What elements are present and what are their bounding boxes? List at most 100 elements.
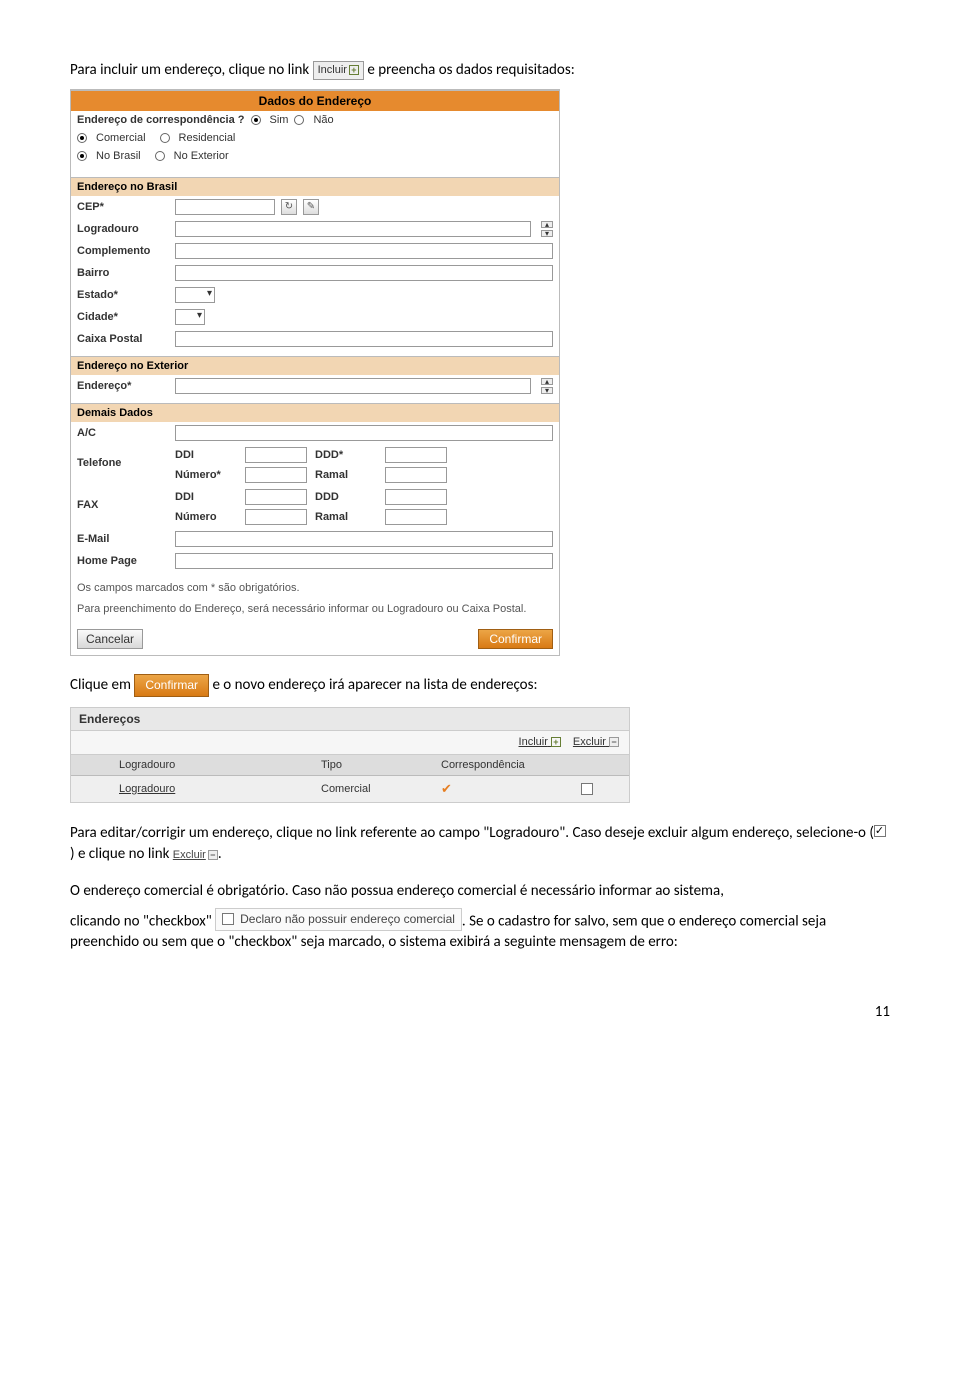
row-bairro: Bairro	[71, 262, 559, 284]
incluir-link-inline[interactable]: Incluir+	[313, 61, 364, 80]
table-excluir-link[interactable]: Excluir −	[573, 736, 619, 748]
declaro-checkbox[interactable]	[222, 913, 234, 925]
radio-nobrasil[interactable]	[77, 151, 87, 161]
intro-text-a: Para incluir um endereço, clique no link	[70, 61, 313, 79]
label-comercial: Comercial	[96, 132, 146, 144]
section-brasil: Endereço no Brasil	[71, 177, 559, 196]
row-logradouro: Logradouro ▴▾	[71, 218, 559, 240]
label-email: E-Mail	[77, 533, 169, 545]
radio-residencial[interactable]	[160, 133, 170, 143]
minus-icon: −	[208, 850, 218, 860]
row-homepage: Home Page	[71, 550, 559, 572]
row-cidade: Cidade*	[71, 306, 559, 328]
table-toolbar: Incluir + Excluir −	[71, 731, 629, 755]
label-fax-numero: Número	[175, 511, 235, 523]
input-fax-ddi[interactable]	[245, 489, 307, 505]
label-nobrasil: No Brasil	[96, 150, 141, 162]
table-incluir-link[interactable]: Incluir +	[519, 736, 561, 748]
label-ac: A/C	[77, 427, 169, 439]
label-tel-ramal: Ramal	[315, 469, 375, 481]
input-endereco-ext[interactable]	[175, 378, 531, 394]
spinner-logradouro[interactable]: ▴▾	[541, 221, 553, 237]
input-email[interactable]	[175, 531, 553, 547]
section-demais: Demais Dados	[71, 403, 559, 422]
label-caixa-postal: Caixa Postal	[77, 333, 169, 345]
input-homepage[interactable]	[175, 553, 553, 569]
input-fax-ddd[interactable]	[385, 489, 447, 505]
label-bairro: Bairro	[77, 267, 169, 279]
confirmar-inline[interactable]: Confirmar	[134, 674, 209, 697]
radio-sim[interactable]	[251, 115, 261, 125]
label-residencial: Residencial	[179, 132, 236, 144]
input-logradouro[interactable]	[175, 221, 531, 237]
intro-text-b: e preencha os dados requisitados:	[367, 61, 574, 79]
table-header-row: Logradouro Tipo Correspondência	[71, 755, 629, 776]
row-tipo: Comercial Residencial	[71, 129, 559, 147]
p2-c: .	[218, 845, 222, 863]
declaro-label: Declaro não possuir endereço comercial	[240, 911, 455, 928]
input-cep[interactable]	[175, 199, 275, 215]
label-endereco-ext: Endereço*	[77, 380, 169, 392]
label-sim: Sim	[270, 114, 289, 126]
confirmar-button[interactable]: Confirmar	[478, 629, 553, 649]
row-checkbox[interactable]	[581, 783, 593, 795]
mid-paragraph: Clique em Confirmar e o novo endereço ir…	[70, 674, 890, 697]
radio-noexterior[interactable]	[155, 151, 165, 161]
intro-paragraph: Para incluir um endereço, clique no link…	[70, 60, 890, 81]
checked-checkbox-icon	[874, 825, 886, 837]
declaro-checkbox-inline[interactable]: Declaro não possuir endereço comercial	[215, 908, 462, 931]
input-caixa-postal[interactable]	[175, 331, 553, 347]
input-fax-numero[interactable]	[245, 509, 307, 525]
table-row: Logradouro Comercial ✔	[71, 776, 629, 802]
input-tel-ramal[interactable]	[385, 467, 447, 483]
spinner-endereco-ext[interactable]: ▴▾	[541, 378, 553, 394]
edit-delete-paragraph: Para editar/corrigir um endereço, clique…	[70, 823, 890, 865]
refresh-icon[interactable]: ↻	[281, 199, 297, 215]
p2-b: ) e clique no link	[70, 845, 173, 863]
row-endereco-ext: Endereço* ▴▾	[71, 375, 559, 397]
label-tel-numero: Número*	[175, 469, 235, 481]
label-logradouro: Logradouro	[77, 223, 169, 235]
label-telefone: Telefone	[77, 447, 169, 469]
input-ac[interactable]	[175, 425, 553, 441]
input-bairro[interactable]	[175, 265, 553, 281]
select-estado[interactable]	[175, 287, 215, 303]
label-fax-ddd: DDD	[315, 491, 375, 503]
plus-icon: +	[551, 737, 561, 747]
label-cidade: Cidade*	[77, 311, 169, 323]
row-caixa-postal: Caixa Postal	[71, 328, 559, 350]
radio-comercial[interactable]	[77, 133, 87, 143]
input-complemento[interactable]	[175, 243, 553, 259]
radio-nao[interactable]	[294, 115, 304, 125]
row-correspondencia: Endereço de correspondência ? Sim Não	[71, 111, 559, 129]
label-tel-ddi: DDI	[175, 449, 235, 461]
select-cidade[interactable]	[175, 309, 205, 325]
note-endereco: Para preenchimento do Endereço, será nec…	[77, 601, 553, 618]
label-fax-ddi: DDI	[175, 491, 235, 503]
incluir-label: Incluir	[318, 64, 347, 76]
input-tel-ddd[interactable]	[385, 447, 447, 463]
edit-icon[interactable]: ✎	[303, 199, 319, 215]
col-logradouro: Logradouro	[119, 759, 321, 771]
excluir-link-inline[interactable]: Excluir−	[173, 849, 218, 861]
row-complemento: Complemento	[71, 240, 559, 262]
input-tel-numero[interactable]	[245, 467, 307, 483]
label-fax-ramal: Ramal	[315, 511, 375, 523]
check-icon: ✔	[441, 781, 581, 797]
row-fax: FAX DDI DDD Número Ramal	[71, 486, 559, 528]
row-logradouro-link[interactable]: Logradouro	[119, 783, 321, 795]
col-correspondencia: Correspondência	[441, 759, 581, 771]
label-fax: FAX	[77, 489, 169, 511]
p3-b: clicando no "checkbox"	[70, 912, 215, 930]
note-required: Os campos marcados com * são obrigatório…	[77, 580, 553, 597]
input-fax-ramal[interactable]	[385, 509, 447, 525]
row-estado: Estado*	[71, 284, 559, 306]
label-cep: CEP*	[77, 201, 169, 213]
table-title: Endereços	[71, 708, 629, 731]
label-estado: Estado*	[77, 289, 169, 301]
page-number: 11	[70, 1003, 890, 1021]
row-tipo: Comercial	[321, 783, 441, 795]
input-tel-ddi[interactable]	[245, 447, 307, 463]
cancelar-button[interactable]: Cancelar	[77, 629, 143, 649]
mid-text-b: e o novo endereço irá aparecer na lista …	[212, 676, 537, 694]
